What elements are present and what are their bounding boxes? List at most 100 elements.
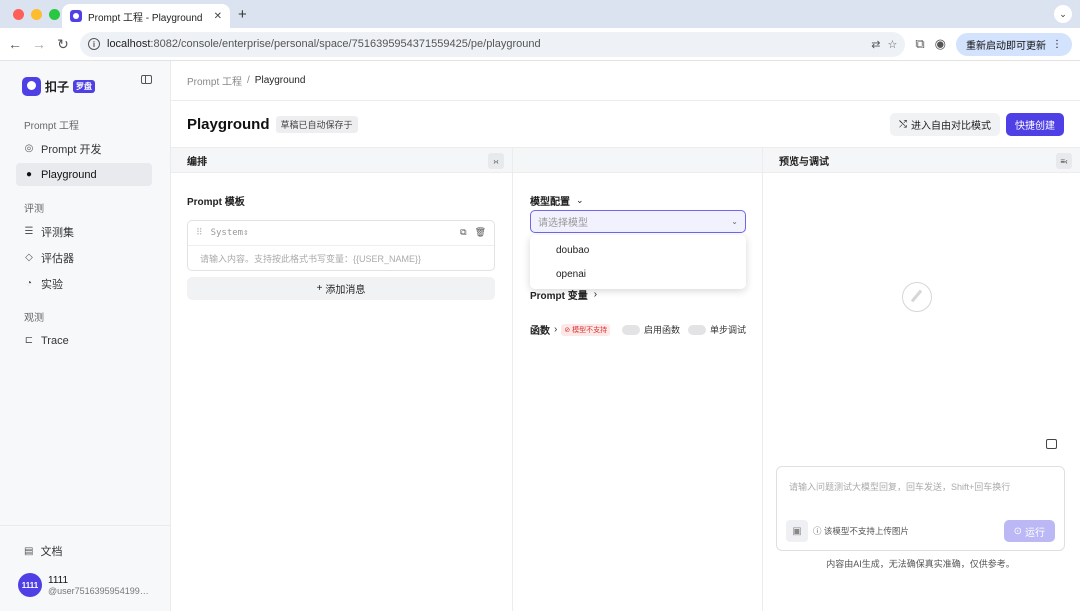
sidebar-collapse-icon[interactable] [141,75,152,84]
breadcrumb-current: Playground [254,75,306,86]
run-button[interactable]: ⊙ 运行 [1003,520,1055,542]
functions-label[interactable]: 函数 [530,322,550,337]
drag-handle-icon[interactable]: ⠿ [196,228,203,238]
step-debug-toggle[interactable] [687,324,706,335]
sidebar-item-prompt-dev[interactable]: ◎ Prompt 开发 [16,137,152,160]
tab-close-icon[interactable]: ✕ [214,11,222,22]
avatar: 1111 [18,573,42,597]
user-profile[interactable]: 1111 1111 @user75163959541995... [0,559,170,597]
sidebar-item-label: Prompt 开发 [41,143,102,156]
new-tab-plus-icon[interactable]: + [238,6,247,23]
edit-panel: 编排 ›‹ Prompt 模板 ⠿ System⇕ ⧉ 🗑 请输入内容。支持按此… [171,147,513,611]
collapse-panel-icon[interactable]: ›‹ [488,153,504,169]
enable-functions-toggle[interactable] [621,324,640,335]
compare-arrows-icon: ⤭ [899,118,907,130]
tab-favicon-icon [70,10,82,22]
browser-toolbar: ← → ↻ i localhost:8082/console/enterpris… [0,28,1080,61]
translate-icon[interactable]: ⇄ [871,38,880,51]
free-compare-button[interactable]: ⤭ 进入自由对比模式 [890,112,1000,136]
prompt-variables-toggle[interactable]: Prompt 变量 › [530,287,597,302]
add-message-label: 添加消息 [325,285,366,296]
gauge-icon: ◔ [25,278,33,289]
tab-title: Prompt 工程 - Playground [88,12,203,24]
add-message-button[interactable]: + 添加消息 [187,277,495,300]
trash-icon[interactable]: 🗑 [475,228,486,238]
model-option-openai[interactable]: openai [530,262,746,286]
user-name: 1111 [48,574,69,586]
section-eval: 评测 [24,204,44,215]
image-upload-icon[interactable]: ▣ [786,520,808,542]
chevron-down-icon: ⌄ [576,195,584,205]
update-label: 重新启动即可更新 [966,40,1046,52]
system-message-block: ⠿ System⇕ ⧉ 🗑 请输入内容。支持按此格式书写变量：{{USER_NA… [187,220,495,271]
model-select-placeholder: 请选择模型 [538,218,588,229]
play-circle-icon: ● [25,169,33,180]
address-url[interactable]: localhost:8082/console/enterprise/person… [107,38,864,50]
quick-create-button[interactable]: 快捷创建 [1006,112,1064,136]
brand-logo-icon [22,76,41,96]
sidebar-item-label: 评测集 [41,226,74,239]
run-icon: ⊙ [1013,525,1022,537]
preview-panel-header: 预览与调试 ≡‹ [763,147,1080,173]
compass-icon: ◎ [24,143,34,154]
sidebar-item-evaluator[interactable]: ◇ 评估器 [16,246,152,269]
minimize-window-button[interactable] [31,8,42,20]
model-config-toggle[interactable]: 模型配置 ⌄ [530,193,584,208]
forward-arrow-icon[interactable]: → [32,36,46,52]
app-root: 扣子 罗盘 Prompt 工程 ◎ Prompt 开发 ● Playground… [0,61,1080,611]
chat-input-box: 请输入问题测试大模型回复，回车发送，Shift+回车换行 ▣ ⓘ 该模型不支持上… [776,466,1065,551]
role-select[interactable]: System⇕ [211,228,249,238]
brand-badge: 罗盘 [73,79,96,93]
model-option-doubao[interactable]: doubao [530,238,746,262]
docs-link[interactable]: ▤ 文档 [0,526,170,559]
page-title: Playground [187,115,270,133]
address-bar[interactable]: i localhost:8082/console/enterprise/pers… [80,31,906,57]
chat-toolbar: ▣ ⓘ 该模型不支持上传图片 ⊙ 运行 [786,520,1055,542]
preview-panel-title: 预览与调试 [779,156,829,168]
step-debug-label: 单步调试 [709,325,746,335]
not-supported-label: 模型不支持 [572,326,608,334]
breadcrumb-parent[interactable]: Prompt 工程 [187,73,242,88]
free-compare-label: 进入自由对比模式 [911,120,991,132]
plus-icon: + [316,283,323,294]
chevron-right-icon: › [593,289,598,300]
edit-panel-header: 编排 ›‹ [171,147,512,173]
reload-icon[interactable]: ↻ [56,36,70,53]
maximize-window-button[interactable] [49,8,60,20]
edit-panel-title: 编排 [187,156,207,168]
sidebar-item-experiment[interactable]: ◔ 实验 [16,272,152,295]
robot-icon[interactable] [1046,439,1057,449]
run-label: 运行 [1025,527,1045,539]
sidebar: 扣子 罗盘 Prompt 工程 ◎ Prompt 开发 ● Playground… [0,61,171,611]
message-input[interactable]: 请输入内容。支持按此格式书写变量：{{USER_NAME}} [188,246,494,271]
bookmark-star-icon[interactable]: ☆ [887,38,897,51]
more-menu-icon[interactable]: ⋮ [1052,39,1062,50]
trace-icon: ⊏ [24,335,34,346]
enable-functions-label: 启用函数 [643,325,680,335]
panel-menu-icon[interactable]: ≡‹ [1056,153,1072,169]
update-button[interactable]: 重新启动即可更新 ⋮ [956,32,1072,56]
tab-search-chevron-icon[interactable]: ⌄ [1054,5,1072,23]
close-window-button[interactable] [13,8,24,20]
browser-tab[interactable]: Prompt 工程 - Playground ✕ [62,4,230,28]
extensions-puzzle-icon[interactable]: ⧉ [915,36,924,52]
not-supported-badge: ⊘ 模型不支持 [561,323,611,336]
sidebar-item-playground[interactable]: ● Playground [16,163,152,186]
model-select[interactable]: 请选择模型 ⌄ [530,210,746,233]
prompt-template-label: Prompt 模板 [187,197,245,208]
chevron-right-icon[interactable]: › [554,324,557,335]
site-info-icon[interactable]: i [88,38,100,50]
back-arrow-icon[interactable]: ← [8,36,22,52]
message-header: ⠿ System⇕ ⧉ 🗑 [188,221,494,246]
brand-logo[interactable]: 扣子 罗盘 [0,61,170,101]
chat-input[interactable]: 请输入问题测试大模型回复，回车发送，Shift+回车换行 [777,467,1064,506]
breadcrumb-separator: / [247,75,250,86]
sidebar-item-trace[interactable]: ⊏ Trace [16,329,152,352]
evaluator-icon: ◇ [25,252,33,263]
model-dropdown-menu: doubao openai [530,235,746,289]
config-panel: 模型配置 ⌄ 请选择模型 ⌄ Prompt 变量 › 函数 › ⊘ 模型不支持 [513,147,763,611]
sidebar-item-dataset[interactable]: ☰ 评测集 [16,220,152,243]
profile-icon[interactable]: ◉ [935,36,946,52]
copy-icon[interactable]: ⧉ [460,228,466,238]
database-icon: ☰ [24,226,34,237]
